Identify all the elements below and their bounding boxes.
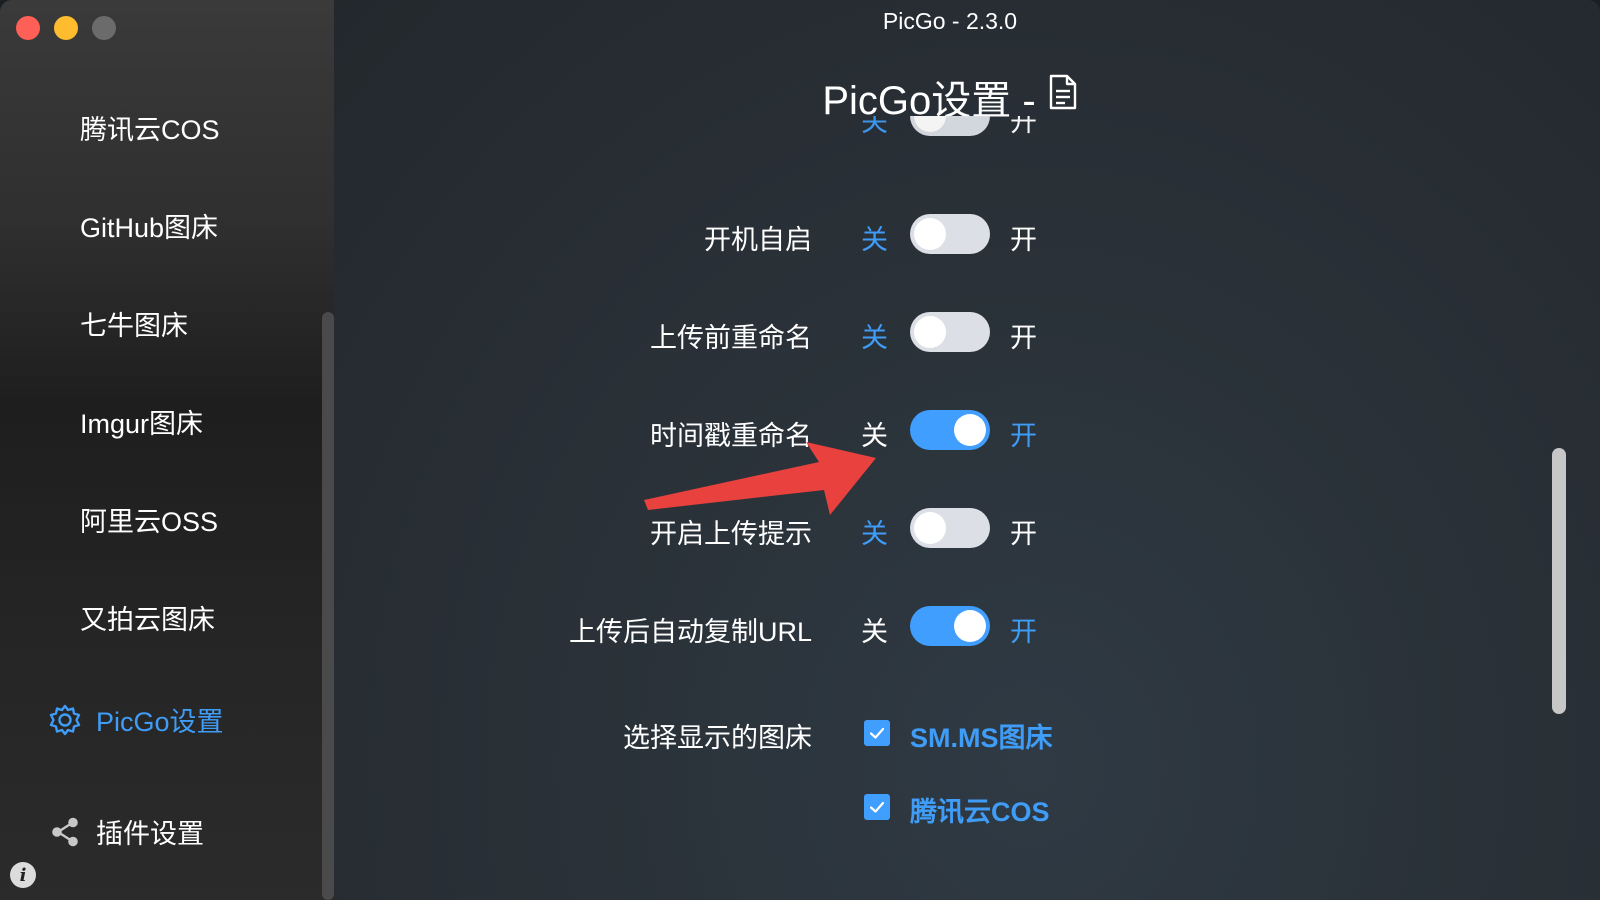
- sidebar-item-label: 插件设置: [96, 819, 204, 849]
- toggle-on-label: 开: [1010, 225, 1037, 255]
- sidebar-item-picgo-settings[interactable]: PicGo设置: [48, 700, 224, 739]
- main-panel: PicGo - 2.3.0 PicGo设置 - 关 开 开机自启 关 开 上传前…: [334, 0, 1600, 900]
- main-scrollbar[interactable]: [1552, 448, 1566, 714]
- sidebar-item-label: 七牛图床: [80, 311, 188, 341]
- sidebar-item-upyun[interactable]: 又拍云图床: [80, 598, 215, 637]
- settings-row-timestamp-rename: 时间戳重命名 关 开: [334, 408, 1600, 452]
- sidebar-item-label: GitHub图床: [80, 213, 219, 243]
- toggle-on-label: 开: [1010, 519, 1037, 549]
- toggle-off-label: 关: [861, 116, 888, 137]
- gear-icon: [48, 703, 82, 737]
- checkbox-label[interactable]: SM.MS图床: [910, 716, 1053, 755]
- toggle-knob: [914, 316, 946, 348]
- toggle-knob: [914, 512, 946, 544]
- toggle-off-label: 关: [861, 225, 888, 255]
- settings-row-auto-copy-url: 上传后自动复制URL 关 开: [334, 604, 1600, 648]
- upload-notification-toggle[interactable]: [910, 508, 990, 548]
- settings-row-rename-before-upload: 上传前重命名 关 开: [334, 310, 1600, 354]
- toggle-on-label: 开: [1010, 323, 1037, 353]
- sidebar-item-label: 阿里云OSS: [80, 507, 219, 537]
- picbed-select-row-2: 腾讯云COS: [334, 786, 1600, 829]
- check-icon: [869, 801, 885, 813]
- sidebar-item-imgur[interactable]: Imgur图床: [80, 402, 203, 441]
- auto-start-toggle[interactable]: [910, 214, 990, 254]
- sidebar-item-label: 腾讯云COS: [80, 115, 220, 145]
- check-icon: [869, 727, 885, 739]
- sidebar-item-tencent-cos[interactable]: 腾讯云COS: [80, 108, 220, 147]
- setting-label: 上传后自动复制URL: [568, 617, 812, 647]
- app-window: 腾讯云COS GitHub图床 七牛图床 Imgur图床 阿里云OSS 又拍云图…: [0, 0, 1600, 900]
- rename-before-upload-toggle[interactable]: [910, 312, 990, 352]
- tencent-cos-checkbox[interactable]: [864, 794, 890, 820]
- settings-row-auto-start: 开机自启 关 开: [334, 212, 1600, 256]
- minimize-window-button[interactable]: [54, 16, 78, 40]
- checkbox-label[interactable]: 腾讯云COS: [910, 790, 1050, 829]
- share-icon: [48, 815, 82, 849]
- sidebar-item-plugin-settings[interactable]: 插件设置: [48, 812, 204, 851]
- sidebar: 腾讯云COS GitHub图床 七牛图床 Imgur图床 阿里云OSS 又拍云图…: [0, 0, 334, 900]
- sidebar-item-label: Imgur图床: [80, 409, 204, 439]
- toggle-switch[interactable]: [910, 116, 990, 136]
- sidebar-item-aliyun-oss[interactable]: 阿里云OSS: [80, 500, 218, 539]
- sidebar-item-label: PicGo设置: [96, 707, 224, 737]
- sidebar-scrollbar[interactable]: [322, 312, 334, 900]
- info-icon[interactable]: i: [10, 862, 36, 888]
- toggle-off-label: 关: [861, 323, 888, 353]
- auto-copy-url-toggle[interactable]: [910, 606, 990, 646]
- smms-checkbox[interactable]: [864, 720, 890, 746]
- setting-label: 开机自启: [704, 225, 812, 255]
- toggle-knob: [914, 218, 946, 250]
- toggle-on-label: 开: [1010, 421, 1037, 451]
- toggle-on-label: 开: [1010, 116, 1037, 137]
- setting-label: 上传前重命名: [650, 323, 812, 353]
- setting-label: 选择显示的图床: [623, 723, 812, 753]
- sidebar-item-github[interactable]: GitHub图床: [80, 206, 218, 245]
- toggle-knob: [954, 414, 986, 446]
- toggle-knob: [914, 116, 946, 132]
- annotation-arrow: [644, 442, 876, 515]
- sidebar-item-qiniu[interactable]: 七牛图床: [80, 304, 188, 343]
- sidebar-item-label: 又拍云图床: [80, 605, 215, 635]
- settings-rows: 关 开 开机自启 关 开 上传前重命名 关 开 时间戳重命名 关 开 开启上传提…: [334, 0, 1600, 900]
- toggle-off-label: 关: [861, 617, 888, 647]
- picbed-select-row: 选择显示的图床 SM.MS图床: [334, 712, 1600, 755]
- window-controls: [16, 16, 116, 40]
- settings-row-upload-notification: 开启上传提示 关 开: [334, 506, 1600, 550]
- maximize-window-button[interactable]: [92, 16, 116, 40]
- toggle-knob: [954, 610, 986, 642]
- close-window-button[interactable]: [16, 16, 40, 40]
- settings-row-partial: 关 开: [334, 116, 1600, 152]
- toggle-on-label: 开: [1010, 617, 1037, 647]
- timestamp-rename-toggle[interactable]: [910, 410, 990, 450]
